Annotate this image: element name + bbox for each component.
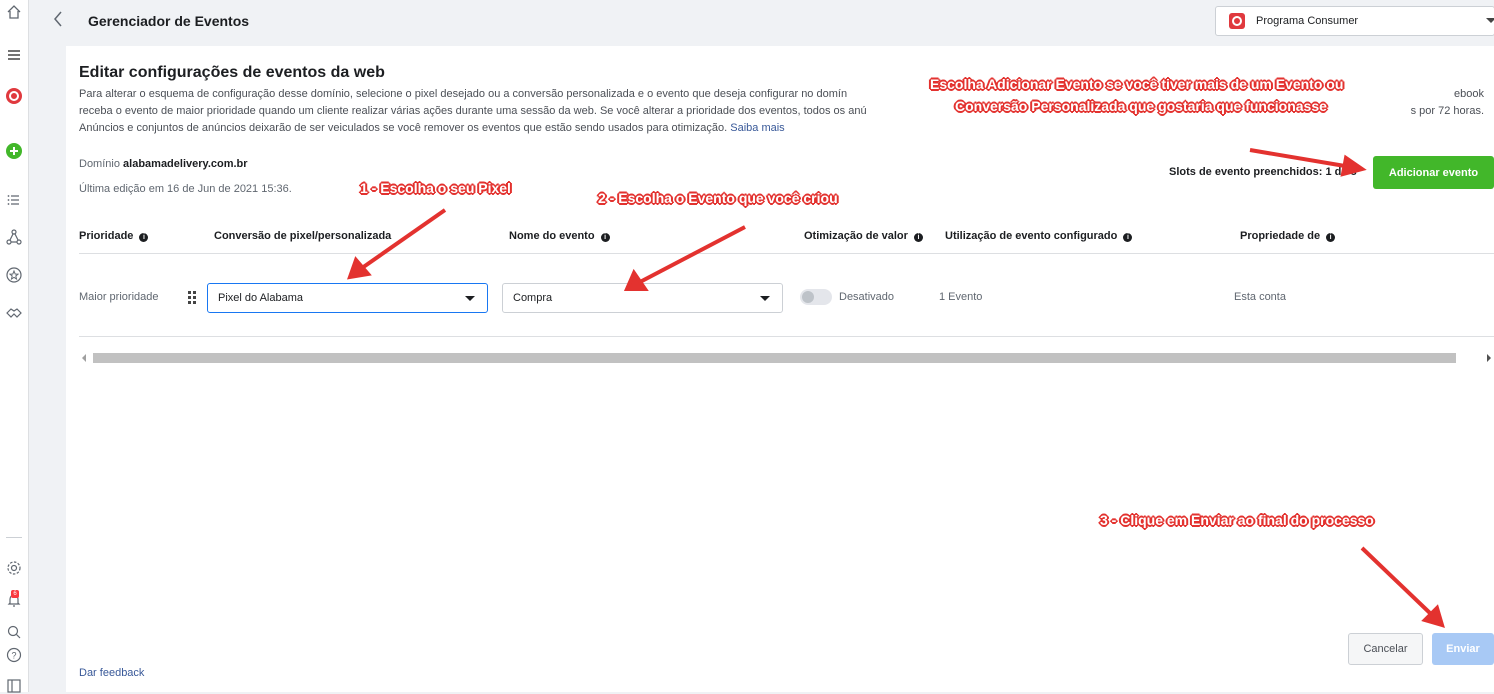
feedback-link[interactable]: Dar feedback xyxy=(79,667,144,679)
main-panel: Editar configurações de eventos da web P… xyxy=(66,46,1494,692)
scroll-left-icon[interactable] xyxy=(81,354,87,362)
add-icon[interactable] xyxy=(6,143,22,159)
account-name: Programa Consumer xyxy=(1256,15,1359,27)
value-optimization-status: Desativado xyxy=(839,291,895,303)
owner-cell: Esta conta xyxy=(1234,291,1286,303)
submit-button[interactable]: Enviar xyxy=(1432,633,1494,665)
header-pixel: Conversão de pixel/personalizada xyxy=(214,230,392,242)
scroll-right-icon[interactable] xyxy=(1486,354,1492,362)
info-icon[interactable]: i xyxy=(1123,233,1133,242)
last-edit: Última edição em 16 de Jun de 2021 15:36… xyxy=(79,183,292,195)
header-priority: Prioridade i xyxy=(79,230,149,242)
domain-info: Domínio alabamadelivery.com.br xyxy=(79,158,248,170)
home-icon[interactable] xyxy=(6,4,22,20)
help-icon[interactable]: ? xyxy=(6,647,22,663)
settings-icon[interactable] xyxy=(6,560,22,576)
event-usage-cell: 1 Evento xyxy=(939,291,983,303)
header-event-name: Nome do evento i xyxy=(509,230,610,242)
left-sidebar: 6 ? xyxy=(0,0,29,693)
chevron-down-icon xyxy=(1486,18,1494,23)
table-divider xyxy=(79,336,1494,337)
description-line-1: Para alterar o esquema de configuração d… xyxy=(79,88,848,100)
add-event-button[interactable]: Adicionar evento xyxy=(1373,156,1494,189)
horizontal-scrollbar[interactable] xyxy=(79,351,1494,365)
chevron-left-icon[interactable] xyxy=(52,10,64,32)
pixel-select-value: Pixel do Alabama xyxy=(218,292,303,304)
header-owner-label: Propriedade de xyxy=(1240,230,1321,242)
annotation-step-2: 2 - Escolha o Evento que você criou xyxy=(598,190,838,206)
sidebar-divider xyxy=(6,537,22,538)
header-value-optimization-label: Otimização de valor xyxy=(804,230,908,242)
header-priority-label: Prioridade xyxy=(79,230,134,242)
search-icon[interactable] xyxy=(6,624,22,640)
account-logo-icon xyxy=(1229,13,1245,29)
header-event-name-label: Nome do evento xyxy=(509,230,595,242)
header-owner: Propriedade de i xyxy=(1240,230,1336,242)
priority-cell: Maior prioridade xyxy=(79,291,159,303)
handshake-icon[interactable] xyxy=(6,305,22,321)
network-icon[interactable] xyxy=(6,229,22,245)
info-icon[interactable]: i xyxy=(600,233,610,242)
description-line-2: receba o evento de maior prioridade quan… xyxy=(79,105,867,117)
annotation-step-1: 1 - Escolha o seu Pixel xyxy=(360,180,511,196)
brand-icon[interactable] xyxy=(6,88,22,104)
info-icon[interactable]: i xyxy=(1326,233,1336,242)
annotation-step-3: 3 - Clique em Enviar ao final do process… xyxy=(1100,512,1374,528)
header-value-optimization: Otimização de valor i xyxy=(804,230,923,242)
chevron-down-icon xyxy=(760,296,770,301)
scrollbar-thumb[interactable] xyxy=(93,353,1456,363)
annotation-add-event-line2: Conversão Personalizada que gostaria que… xyxy=(955,98,1327,114)
table-divider xyxy=(79,253,1494,254)
description-line-2-end: s por 72 horas. xyxy=(1410,105,1484,117)
menu-icon[interactable] xyxy=(6,47,22,63)
list-icon[interactable] xyxy=(6,192,22,208)
value-optimization-toggle[interactable] xyxy=(800,289,832,305)
section-heading: Editar configurações de eventos da web xyxy=(79,64,385,81)
description-line-3: Anúncios e conjuntos de anúncios deixarã… xyxy=(79,122,728,134)
drag-handle-icon[interactable] xyxy=(188,291,198,304)
event-slots: Slots de evento preenchidos: 1 de 8 xyxy=(1169,166,1357,178)
header-event-usage: Utilização de evento configurado i xyxy=(945,230,1133,242)
account-selector[interactable]: Programa Consumer xyxy=(1215,6,1494,36)
header-event-usage-label: Utilização de evento configurado xyxy=(945,230,1118,242)
domain-label: Domínio xyxy=(79,158,120,170)
info-icon[interactable]: i xyxy=(139,233,149,242)
learn-more-link[interactable]: Saiba mais xyxy=(730,122,784,134)
event-select[interactable]: Compra xyxy=(502,283,783,313)
cancel-button[interactable]: Cancelar xyxy=(1348,633,1423,665)
svg-text:?: ? xyxy=(11,651,16,661)
page-title: Gerenciador de Eventos xyxy=(88,13,250,29)
event-select-value: Compra xyxy=(513,292,553,304)
chevron-down-icon xyxy=(465,296,475,301)
description-line-1-end: ebook xyxy=(1454,88,1484,100)
annotation-add-event-line1: Escolha Adicionar Evento se você tiver m… xyxy=(930,76,1344,92)
domain-value: alabamadelivery.com.br xyxy=(123,158,248,170)
info-icon[interactable]: i xyxy=(914,233,923,242)
notification-badge: 6 xyxy=(11,590,19,598)
star-icon[interactable] xyxy=(6,267,22,283)
pixel-select[interactable]: Pixel do Alabama xyxy=(207,283,488,313)
